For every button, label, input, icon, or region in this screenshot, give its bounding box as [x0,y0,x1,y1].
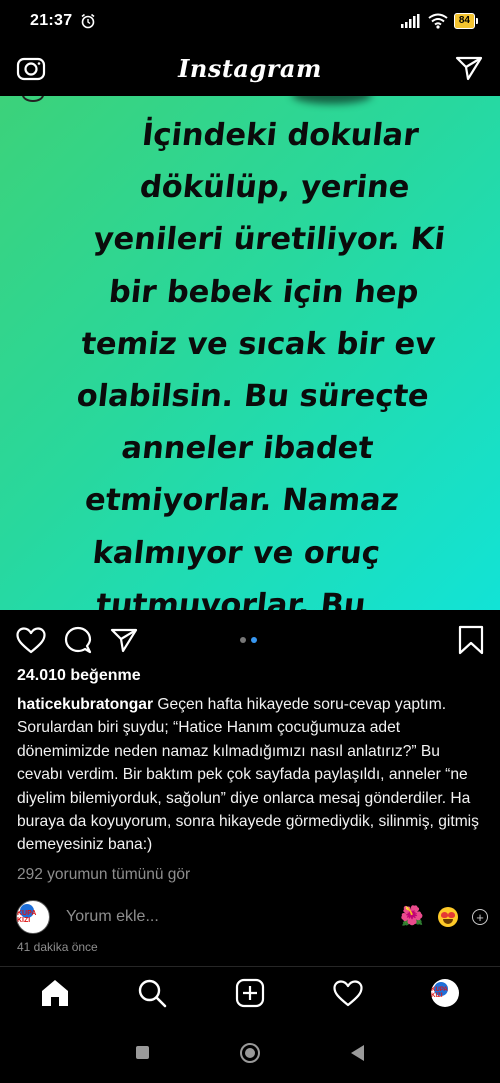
status-bar: 21:37 84 [0,0,500,42]
home-circle-icon[interactable] [239,1042,260,1063]
heart-eyes-emoji-button[interactable] [438,907,458,927]
signal-icon [400,14,420,28]
caption-username[interactable]: haticekubratongar [17,696,153,713]
share-icon[interactable] [110,627,138,653]
battery-icon: 84 [453,13,478,29]
post-image-text: İçindeki dokular dökülüp, yerine yeniler… [75,118,447,610]
android-navigation-bar [0,1022,500,1083]
home-circle-inner [244,1047,255,1058]
hibiscus-emoji-button[interactable]: 🌺 [400,907,424,927]
post-timestamp: 41 dakika önce [17,940,98,954]
user-avatar[interactable]: KUPA KIZI [16,900,50,934]
like-heart-icon[interactable] [16,626,46,654]
new-post-icon[interactable] [222,969,278,1017]
post-actions [0,620,500,660]
add-comment-row: KUPA KIZI Yorum ekle... 🌺 + [16,899,488,935]
actions-left [16,626,138,654]
post-image[interactable]: İçindeki dokular dökülüp, yerine yeniler… [0,96,500,610]
profile-avatar-image: KUPA KIZI [431,979,460,1007]
activity-icon[interactable] [320,969,376,1017]
wifi-icon [428,13,448,29]
back-triangle-icon[interactable] [351,1044,365,1061]
emoji-mouth [443,919,453,924]
actions-right [458,625,484,655]
recent-apps-square-icon[interactable] [135,1046,149,1059]
home-icon[interactable] [27,969,83,1017]
image-top-shadow [292,96,372,104]
battery-tip [476,18,478,24]
emoji-eye-right [448,912,455,918]
search-icon[interactable] [124,969,180,1017]
caption-text: Geçen hafta hikayede soru-cevap yaptım. … [17,696,479,854]
avatar-label: KUPA KIZI [431,987,448,999]
camera-icon[interactable] [14,51,48,85]
app-header: Instagram [0,42,500,94]
carousel-dots [240,637,257,643]
avatar-label: KUPA KIZI [17,910,37,924]
status-time: 21:37 [30,12,73,29]
battery-level: 84 [453,13,475,29]
profile-avatar[interactable]: KUPA KIZI [417,969,473,1017]
caption: haticekubratongar Geçen hafta hikayede s… [17,693,487,857]
emoji-eye-left [441,912,448,918]
status-right: 84 [400,13,478,29]
quick-emojis: 🌺 + [400,907,488,927]
alarm-icon [81,13,95,29]
bookmark-icon[interactable] [458,625,484,655]
carousel-dot-active [251,637,257,643]
carousel-dot [240,637,246,643]
comment-icon[interactable] [64,626,92,654]
image-top-decoration [22,96,44,102]
add-comment-input[interactable]: Yorum ekle... [66,908,159,926]
app-title: Instagram [178,53,322,83]
likes-count[interactable]: 24.010 beğenme [17,667,141,685]
view-all-comments-link[interactable]: 292 yorumun tümünü gör [17,866,190,884]
more-emoji-plus-icon[interactable]: + [472,909,488,925]
direct-message-icon[interactable] [452,51,486,85]
bottom-tabbar: KUPA KIZI [0,967,500,1019]
